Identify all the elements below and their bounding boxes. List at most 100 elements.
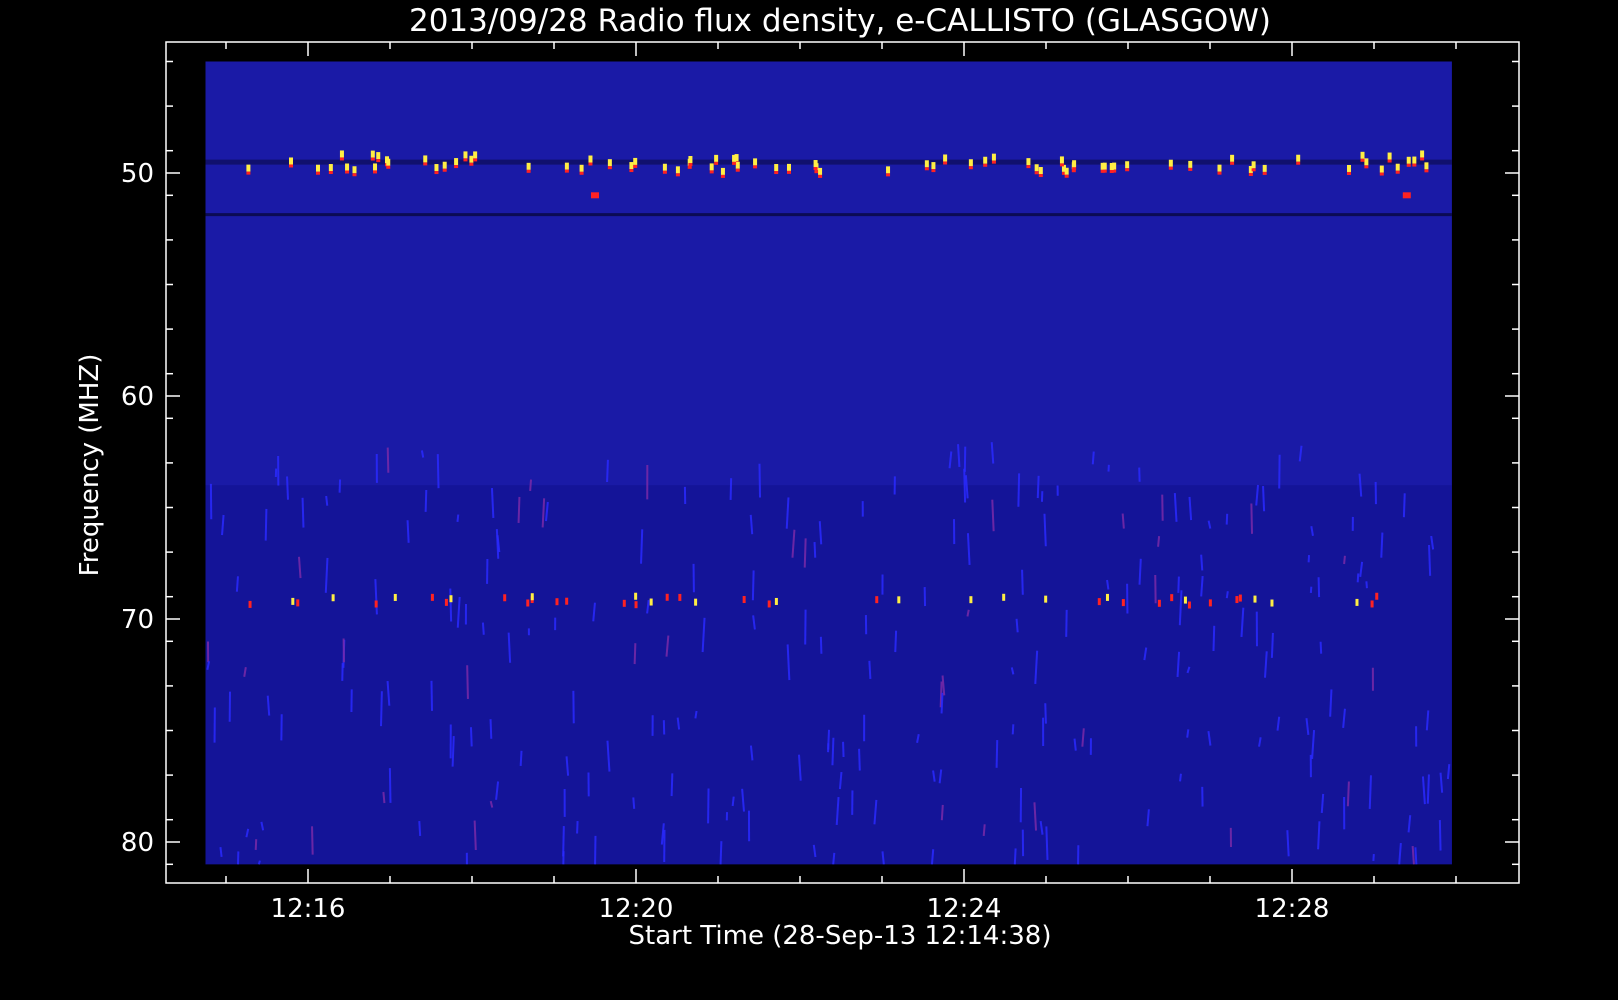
spectrogram-data bbox=[205, 61, 1452, 865]
burst-mark bbox=[924, 160, 929, 168]
noise-streak bbox=[1212, 625, 1216, 652]
burst-mark bbox=[688, 156, 693, 164]
burst-mark bbox=[983, 163, 988, 167]
burst-mark bbox=[634, 601, 638, 609]
burst-mark bbox=[591, 192, 599, 199]
burst-mark bbox=[1406, 156, 1411, 164]
burst-mark bbox=[444, 598, 448, 606]
burst-mark bbox=[1387, 159, 1392, 163]
noise-streak bbox=[963, 468, 967, 503]
noise-streak bbox=[1426, 774, 1430, 804]
burst-mark bbox=[633, 164, 638, 168]
noise-streak bbox=[380, 691, 383, 727]
burst-mark bbox=[1059, 163, 1064, 167]
burst-mark bbox=[328, 164, 333, 172]
burst-mark bbox=[814, 170, 819, 174]
burst-mark bbox=[1387, 152, 1392, 160]
burst-mark bbox=[1412, 156, 1417, 164]
burst-mark bbox=[1296, 161, 1301, 165]
burst-mark bbox=[678, 593, 682, 601]
burst-mark bbox=[1026, 165, 1031, 169]
noise-streak bbox=[1365, 581, 1368, 589]
burst-mark bbox=[688, 163, 693, 167]
noise-streak bbox=[832, 852, 836, 865]
noise-streak bbox=[1329, 689, 1333, 717]
noise-streak bbox=[995, 740, 999, 768]
noise-streak bbox=[1368, 775, 1372, 809]
burst-mark bbox=[503, 594, 507, 602]
burst-mark bbox=[633, 157, 638, 165]
noise-streak bbox=[1036, 475, 1040, 499]
noise-streak bbox=[1106, 579, 1110, 590]
noise-streak bbox=[1121, 513, 1125, 529]
noise-streak bbox=[301, 497, 305, 528]
burst-mark bbox=[339, 150, 344, 158]
burst-mark bbox=[649, 598, 653, 606]
burst-mark bbox=[714, 154, 719, 162]
noise-streak bbox=[1250, 503, 1254, 534]
noise-streak bbox=[418, 821, 422, 837]
noise-streak bbox=[1091, 451, 1095, 465]
burst-mark bbox=[1157, 599, 1161, 607]
burst-mark bbox=[423, 155, 428, 163]
noise-streak bbox=[519, 750, 523, 767]
burst-mark bbox=[968, 166, 973, 170]
burst-mark bbox=[1238, 594, 1242, 602]
burst-mark bbox=[897, 596, 901, 604]
burst-mark bbox=[1235, 596, 1239, 604]
noise-streak bbox=[1380, 532, 1384, 558]
burst-mark bbox=[1208, 599, 1212, 607]
burst-mark bbox=[393, 593, 397, 601]
burst-mark bbox=[1026, 158, 1031, 166]
burst-mark bbox=[526, 599, 530, 607]
noise-streak bbox=[420, 450, 425, 458]
burst-mark bbox=[526, 162, 531, 170]
noise-streak bbox=[1017, 473, 1021, 507]
noise-streak bbox=[1428, 544, 1432, 576]
burst-mark bbox=[983, 156, 988, 164]
burst-mark bbox=[1217, 171, 1222, 175]
burst-mark bbox=[694, 598, 698, 606]
noise-streak bbox=[388, 768, 392, 803]
noise-streak bbox=[1411, 846, 1415, 865]
noise-streak bbox=[1021, 569, 1024, 595]
burst-mark bbox=[1059, 156, 1064, 164]
burst-mark bbox=[555, 598, 559, 606]
noise-streak bbox=[819, 636, 823, 654]
noise-streak bbox=[670, 773, 674, 797]
burst-mark bbox=[786, 163, 791, 171]
burst-mark bbox=[1251, 161, 1256, 169]
burst-mark bbox=[526, 169, 531, 173]
noise-streak bbox=[731, 796, 735, 807]
burst-mark bbox=[588, 162, 593, 166]
x-tick-label: 12:28 bbox=[1255, 894, 1330, 924]
burst-mark bbox=[662, 170, 667, 174]
noise-streak bbox=[219, 847, 223, 857]
burst-mark bbox=[386, 165, 391, 169]
noise-streak bbox=[940, 804, 944, 821]
noise-streak bbox=[1446, 764, 1451, 780]
burst-mark bbox=[248, 600, 252, 608]
noise-streak bbox=[858, 748, 861, 771]
noise-streak bbox=[489, 719, 493, 739]
dark-band bbox=[205, 213, 1452, 217]
noise-streak bbox=[481, 622, 485, 635]
burst-mark bbox=[931, 169, 936, 173]
noise-streak bbox=[1179, 773, 1182, 782]
burst-mark bbox=[607, 166, 612, 170]
noise-streak bbox=[456, 514, 460, 522]
noise-streak bbox=[430, 680, 434, 711]
burst-mark bbox=[373, 163, 378, 171]
x-tick-label: 12:20 bbox=[599, 894, 674, 924]
burst-mark bbox=[1034, 171, 1039, 175]
x-tick-label: 12:16 bbox=[271, 894, 346, 924]
burst-mark bbox=[1105, 593, 1109, 601]
noise-streak bbox=[325, 495, 329, 506]
burst-mark bbox=[1188, 167, 1193, 171]
burst-mark bbox=[1230, 161, 1235, 165]
burst-mark bbox=[1412, 163, 1417, 167]
burst-mark bbox=[1395, 170, 1400, 174]
burst-mark bbox=[818, 174, 823, 178]
burst-mark bbox=[331, 594, 335, 602]
noise-streak bbox=[264, 508, 268, 541]
